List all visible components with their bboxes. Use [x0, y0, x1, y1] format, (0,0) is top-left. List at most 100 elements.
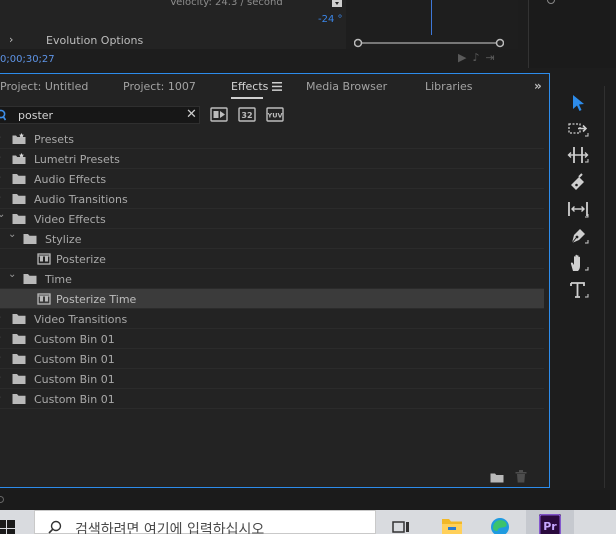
tree-row-label: Video Transitions	[34, 313, 128, 326]
task-view-icon[interactable]	[390, 514, 412, 534]
chevron-right-icon[interactable]: ›	[0, 152, 1, 163]
chevron-right-icon[interactable]: ›	[9, 33, 13, 46]
new-custom-bin-icon[interactable]	[490, 472, 504, 483]
tree-row-label: Presets	[34, 133, 75, 146]
tree-row[interactable]: ⌄ Time	[0, 269, 544, 289]
chevron-right-icon[interactable]: ›	[0, 132, 1, 143]
search-icon	[48, 520, 62, 534]
tree-row[interactable]: ⌄ Stylize	[0, 229, 544, 249]
chevron-down-icon[interactable]: ⌄	[0, 209, 5, 220]
yuv-filter-icon[interactable]: YUV	[266, 107, 284, 122]
edge-browser-icon[interactable]	[489, 514, 511, 534]
accelerated-effects-filter-icon[interactable]	[210, 107, 228, 122]
tree-row[interactable]: › Custom Bin 01	[0, 369, 544, 389]
folder-icon	[12, 353, 26, 365]
export-frame-icon[interactable]: ⇥	[485, 51, 500, 64]
video-effect-icon	[37, 293, 51, 305]
chevron-right-icon[interactable]: ›	[0, 312, 1, 323]
panel-tab-bar: Project: Untitled Project: 1007 Effects …	[0, 74, 549, 101]
tree-row-label: Posterize	[56, 253, 106, 266]
tree-row-label: Custom Bin 01	[34, 373, 115, 386]
effects-search-box[interactable]: ✕	[0, 106, 200, 124]
effect-controls-panel: Velocity: 24.3 / second -24 ° › Evolutio…	[0, 0, 518, 49]
chevron-right-icon[interactable]: ›	[0, 172, 1, 183]
status-bar	[0, 490, 616, 510]
windows-start-icon[interactable]	[0, 520, 16, 534]
premiere-pro-icon[interactable]: Pr	[539, 514, 561, 534]
track-select-forward-tool-icon[interactable]	[567, 118, 589, 140]
tree-row-label: Lumetri Presets	[34, 153, 120, 166]
tree-row[interactable]: › Audio Transitions	[0, 189, 544, 209]
playback-icons[interactable]: ▶♪⇥	[458, 51, 501, 64]
tools-divider	[604, 86, 605, 488]
effects-tree[interactable]: › Presets › Lumetri Presets › Audio Effects › A…	[0, 129, 544, 409]
chevron-right-icon[interactable]: ›	[0, 392, 1, 403]
tools-panel	[556, 86, 616, 488]
selection-tool-icon[interactable]	[567, 92, 589, 114]
folder-icon	[12, 373, 26, 385]
status-indicator	[0, 496, 4, 503]
tree-row-label: Video Effects	[34, 213, 106, 226]
tree-row[interactable]: › Video Transitions	[0, 309, 544, 329]
panel-menu-icon[interactable]	[272, 82, 282, 91]
tree-row[interactable]: › Custom Bin 01	[0, 349, 544, 369]
delete-icon[interactable]	[515, 470, 527, 483]
chevron-right-icon[interactable]: ›	[0, 372, 1, 383]
chevron-down-icon[interactable]: ⌄	[8, 269, 16, 280]
svg-text:32: 32	[241, 111, 252, 120]
ripple-edit-tool-icon[interactable]	[567, 144, 589, 166]
windows-taskbar: 검색하려면 여기에 입력하십시오 Pr	[0, 510, 616, 534]
clear-search-icon[interactable]: ✕	[186, 107, 197, 123]
timeline-zoom-scrollbar[interactable]	[354, 37, 504, 49]
tree-row[interactable]: › Lumetri Presets	[0, 149, 544, 169]
chevron-right-icon[interactable]: ›	[0, 192, 1, 203]
32bit-color-filter-icon[interactable]: 32	[238, 107, 256, 122]
folder-icon	[12, 333, 26, 345]
tab-overflow-icon[interactable]: »	[534, 79, 542, 93]
chevron-right-icon[interactable]: ›	[0, 352, 1, 363]
tree-row[interactable]: › Custom Bin 01	[0, 389, 544, 409]
timecode-display[interactable]: 0;00;30;27	[0, 54, 55, 65]
chevron-down-icon[interactable]: ⌄	[8, 229, 16, 240]
tree-row-label: Time	[45, 273, 72, 286]
tab-project-1007[interactable]: Project: 1007	[123, 80, 196, 93]
tree-row-label: Audio Effects	[34, 173, 107, 186]
folder-icon	[23, 233, 37, 245]
pen-tool-icon[interactable]	[567, 225, 589, 247]
playhead-line	[431, 0, 432, 35]
tree-row[interactable]: Posterize Time	[0, 289, 544, 309]
chevron-right-icon[interactable]: ›	[0, 332, 1, 343]
tab-libraries[interactable]: Libraries	[425, 80, 473, 93]
folder-icon	[12, 193, 26, 205]
tab-project-untitled[interactable]: Project: Untitled	[0, 80, 88, 93]
tree-row[interactable]: › Presets	[0, 129, 544, 149]
type-tool-icon[interactable]	[567, 279, 589, 301]
tab-media-browser[interactable]: Media Browser	[306, 80, 387, 93]
taskbar-search-box[interactable]: 검색하려면 여기에 입력하십시오	[34, 510, 376, 534]
mini-timeline[interactable]	[346, 0, 518, 49]
tree-row-label: Custom Bin 01	[34, 393, 115, 406]
preset-folder-icon	[12, 133, 26, 145]
play-audio-icon[interactable]: ▶♪	[458, 51, 485, 64]
degrees-value[interactable]: -24 °	[318, 14, 343, 25]
taskbar-search-placeholder: 검색하려면 여기에 입력하십시오	[75, 522, 265, 534]
tree-row-label: Custom Bin 01	[34, 333, 115, 346]
keyframe-nav-icon[interactable]	[332, 0, 342, 7]
marker-dot	[547, 0, 555, 4]
folder-icon	[12, 213, 26, 225]
tree-row[interactable]: Posterize	[0, 249, 544, 269]
slip-tool-icon[interactable]	[567, 198, 589, 220]
video-effect-icon	[37, 253, 51, 265]
tree-row[interactable]: › Audio Effects	[0, 169, 544, 189]
tree-row[interactable]: ⌄ Video Effects	[0, 209, 544, 229]
razor-tool-icon[interactable]	[567, 171, 589, 193]
tree-row[interactable]: › Custom Bin 01	[0, 329, 544, 349]
hand-tool-icon[interactable]	[567, 252, 589, 274]
file-explorer-icon[interactable]	[441, 514, 463, 534]
evolution-options-label: Evolution Options	[46, 34, 144, 47]
tab-effects[interactable]: Effects	[231, 80, 268, 93]
active-tab-indicator	[231, 97, 263, 99]
folder-icon	[23, 273, 37, 285]
search-input[interactable]	[18, 107, 178, 123]
tree-row-label: Stylize	[45, 233, 82, 246]
